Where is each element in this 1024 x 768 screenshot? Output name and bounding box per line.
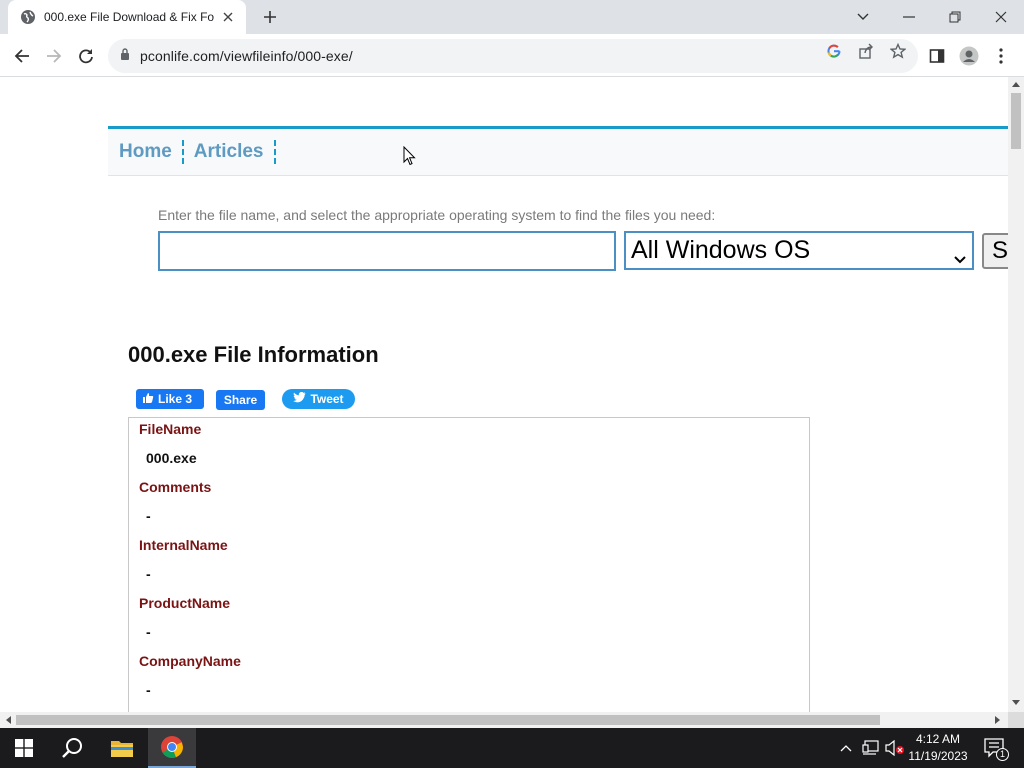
field-value: -	[146, 508, 151, 524]
close-tab-icon[interactable]	[220, 9, 236, 25]
volume-muted-icon[interactable]	[884, 728, 906, 768]
chevron-up-icon[interactable]	[836, 728, 856, 768]
facebook-like-button[interactable]: Like 3	[136, 389, 204, 409]
field-label: Comments	[139, 479, 212, 495]
field-label: InternalName	[139, 537, 228, 553]
search-hint: Enter the file name, and select the appr…	[158, 207, 716, 223]
chrome-taskbar-icon[interactable]	[148, 728, 196, 768]
like-label: Like 3	[158, 392, 193, 406]
scroll-up-arrow-icon[interactable]	[1012, 81, 1020, 87]
google-icon[interactable]	[825, 42, 843, 60]
network-icon[interactable]	[860, 728, 882, 768]
back-icon[interactable]	[8, 42, 36, 70]
field-value: -	[146, 624, 151, 640]
file-explorer-icon[interactable]	[98, 728, 146, 768]
mouse-cursor-icon	[403, 145, 416, 171]
side-panel-icon[interactable]	[926, 45, 948, 67]
scrollbar-corner	[1008, 712, 1024, 728]
browser-tab[interactable]: 000.exe File Download & Fix For	[8, 0, 246, 34]
scroll-down-arrow-icon[interactable]	[1012, 700, 1020, 706]
globe-icon	[20, 9, 36, 25]
browser-toolbar: pconlife.com/viewfileinfo/000-exe/	[0, 34, 1024, 77]
new-tab-icon[interactable]	[258, 6, 282, 28]
nav-home[interactable]: Home	[119, 140, 184, 164]
horizontal-scrollbar[interactable]	[0, 712, 1008, 728]
field-value: -	[146, 682, 151, 698]
facebook-share-button[interactable]: Share	[216, 390, 265, 410]
twitter-bird-icon	[293, 391, 306, 406]
field-value: -	[146, 566, 151, 582]
search-icon[interactable]	[48, 728, 96, 768]
tab-title: 000.exe File Download & Fix For	[44, 10, 214, 24]
notification-count: 1	[996, 748, 1009, 761]
field-label: ProductName	[139, 595, 231, 611]
horizontal-scroll-thumb[interactable]	[16, 715, 880, 725]
file-search-input[interactable]	[158, 231, 616, 271]
notification-icon[interactable]: 1	[980, 728, 1010, 768]
vertical-scroll-thumb[interactable]	[1011, 93, 1021, 149]
scroll-right-arrow-icon[interactable]	[995, 716, 1001, 724]
field-label: CompanyName	[139, 653, 241, 669]
minimize-icon[interactable]	[886, 0, 932, 34]
file-info-table: FileName 000.exe Comments - InternalName…	[128, 417, 810, 712]
bookmark-star-icon[interactable]	[889, 42, 907, 60]
close-window-icon[interactable]	[978, 0, 1024, 34]
menu-kebab-icon[interactable]	[990, 45, 1012, 67]
clock-time: 4:12 AM	[915, 732, 961, 746]
field-label: FileName	[139, 421, 202, 437]
windows-start-icon[interactable]	[0, 728, 48, 768]
url-text: pconlife.com/viewfileinfo/000-exe/	[140, 48, 353, 64]
tweet-button[interactable]: Tweet	[282, 389, 355, 409]
tweet-label: Tweet	[310, 392, 344, 406]
scroll-left-arrow-icon[interactable]	[5, 716, 11, 724]
page-viewport: Home Articles Enter the file name, and s…	[0, 77, 1008, 712]
reload-icon[interactable]	[72, 42, 100, 70]
page-title: 000.exe File Information	[128, 342, 379, 367]
site-nav: Home Articles	[108, 126, 1008, 176]
share-icon[interactable]	[857, 42, 875, 60]
lock-icon	[120, 47, 130, 65]
nav-articles[interactable]: Articles	[194, 140, 276, 164]
chevron-down-icon	[954, 243, 966, 272]
forward-icon[interactable]	[40, 42, 68, 70]
profile-avatar-icon[interactable]	[958, 45, 980, 67]
address-bar[interactable]: pconlife.com/viewfileinfo/000-exe/	[108, 39, 918, 73]
tab-search-icon[interactable]	[840, 0, 886, 34]
clock-date: 11/19/2023	[908, 749, 968, 763]
os-selected-value: All Windows OS	[631, 236, 811, 264]
restore-icon[interactable]	[932, 0, 978, 34]
tab-strip: 000.exe File Download & Fix For	[0, 0, 1024, 34]
search-button[interactable]: S	[982, 233, 1008, 269]
thumbs-up-icon	[142, 392, 154, 407]
vertical-scrollbar[interactable]	[1008, 77, 1024, 712]
os-select[interactable]: All Windows OS	[624, 231, 974, 270]
taskbar: 4:12 AM 11/19/2023 1	[0, 728, 1024, 768]
system-clock[interactable]: 4:12 AM 11/19/2023	[906, 731, 970, 765]
field-value: 000.exe	[146, 450, 197, 466]
